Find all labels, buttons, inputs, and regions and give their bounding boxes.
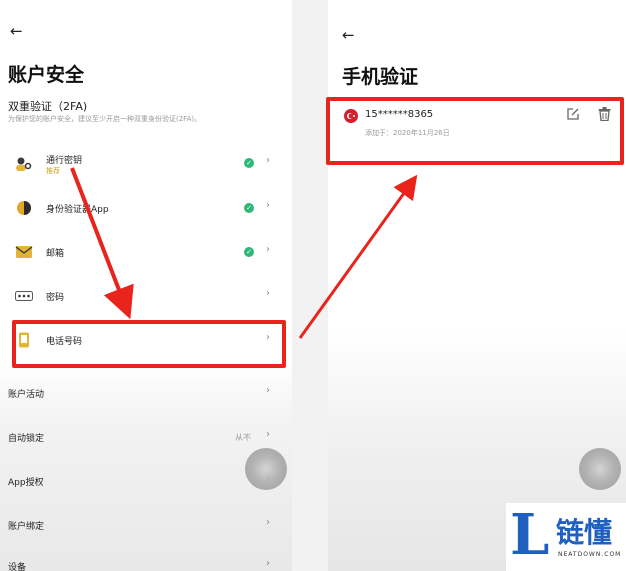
logo-letter: L (510, 502, 550, 568)
arrow-up-to-entry (298, 174, 418, 339)
logo-url: NEATDOWN.COM (558, 551, 622, 558)
watermark-logo: L 链懂 NEATDOWN.COM (506, 503, 626, 571)
logo-text: 链懂 (556, 516, 613, 549)
annotation-arrows (70, 167, 418, 339)
arrow-down-to-phone (70, 167, 134, 320)
